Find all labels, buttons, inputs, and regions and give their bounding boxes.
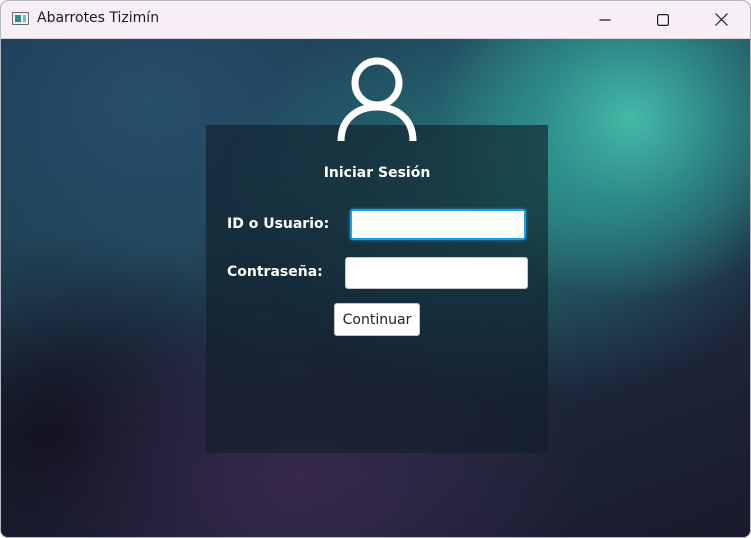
close-button[interactable] (692, 1, 750, 38)
user-input[interactable] (350, 209, 526, 240)
title-bar[interactable]: Abarrotes Tizimín (1, 1, 750, 39)
app-window: Abarrotes Tizimín Iniciar Sesión ID o Us… (0, 0, 751, 538)
close-icon (714, 13, 728, 26)
app-window-icon (12, 12, 29, 25)
minimize-button[interactable] (576, 1, 634, 38)
user-icon (337, 57, 417, 142)
minimize-icon (599, 18, 611, 21)
maximize-button[interactable] (634, 1, 692, 38)
password-label: Contraseña: (227, 264, 323, 280)
password-input[interactable] (345, 257, 528, 289)
continue-button[interactable]: Continuar (334, 303, 420, 336)
window-content: Iniciar Sesión ID o Usuario: Contraseña:… (1, 39, 750, 537)
login-title: Iniciar Sesión (323, 165, 431, 181)
maximize-icon (657, 13, 669, 26)
window-title: Abarrotes Tizimín (37, 10, 160, 26)
user-label: ID o Usuario: (227, 216, 330, 232)
